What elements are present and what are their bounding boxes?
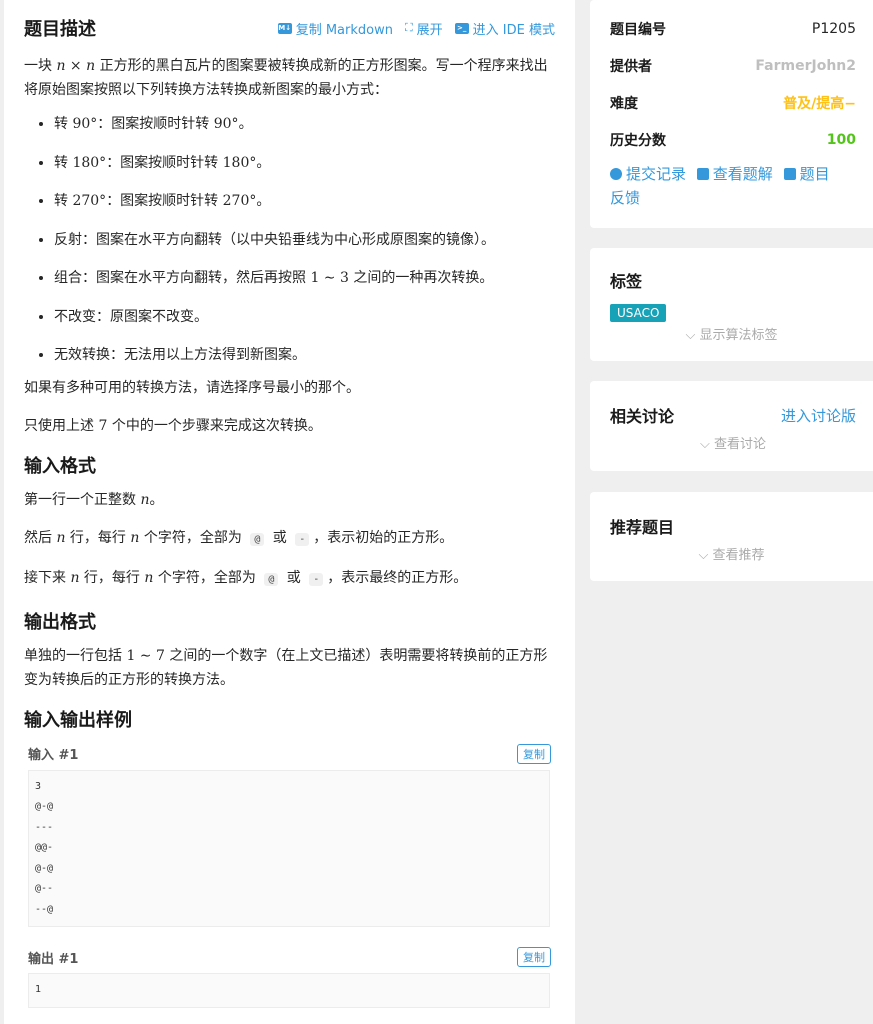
intro-paragraph: 一块 n × n 正方形的黑白瓦片的图案要被转换成新的正方形图案。写一个程序来找… bbox=[24, 58, 548, 98]
recommend-card: 推荐题目 ⌵ 查看推荐 bbox=[590, 492, 873, 581]
sample-input-box[interactable]: 3 @-@ --- @@- @-@ @-- --@ bbox=[28, 769, 550, 927]
list-item: 转 90°：图案按顺时针转 90°。 bbox=[54, 112, 555, 136]
tag-usaco[interactable]: USACO bbox=[610, 304, 667, 322]
problem-info-card: 题目编号 P1205 提供者 FarmerJohn2 难度 普及/提高− 历史分… bbox=[590, 0, 873, 228]
list-item: 转 180°：图案按顺时针转 180°。 bbox=[54, 151, 555, 175]
input-format-title: 输入格式 bbox=[24, 455, 96, 477]
sample-input-header: 输入 #1 复制 bbox=[24, 743, 555, 764]
sample-output-header: 输出 #1 复制 bbox=[24, 947, 555, 967]
difficulty-row: 难度 普及/提高− bbox=[610, 84, 856, 121]
ide-mode-button[interactable]: >_ 进入 IDE 模式 bbox=[454, 19, 555, 38]
expand-icon: ⛶ bbox=[404, 21, 413, 34]
chevron-down-icon: ⌵ bbox=[685, 328, 700, 343]
submissions-link[interactable]: 提交记录 bbox=[610, 165, 686, 183]
list-item: 不改变：原图案不改变。 bbox=[54, 305, 555, 329]
sample-input-label: 输入 #1 bbox=[28, 748, 79, 763]
problem-content-card: 题目描述 M↓ 复制 Markdown ⛶ 展开 >_ 进入 IDE 模式 一块 n … bbox=[4, 0, 575, 1024]
markdown-icon: M↓ bbox=[277, 22, 292, 34]
list-icon bbox=[783, 168, 796, 180]
copy-output-button[interactable]: 复制 bbox=[517, 947, 551, 967]
list-item: 无效转换：无法用以上方法得到新图案。 bbox=[54, 343, 555, 367]
provider-row: 提供者 FarmerJohn2 bbox=[610, 57, 856, 75]
difficulty-badge: 普及/提高− bbox=[783, 95, 856, 112]
solutions-link[interactable]: 查看题解 bbox=[696, 165, 773, 183]
list-item: 反射：图案在水平方向翻转（以中央铅垂线为中心形成原图案的镜像）。 bbox=[54, 228, 555, 252]
ide-icon: >_ bbox=[454, 22, 469, 34]
problem-links: 提交记录 查看题解 题目 反馈 bbox=[590, 162, 873, 210]
sample-title: 输入输出样例 bbox=[24, 709, 132, 731]
book-icon bbox=[696, 168, 709, 180]
score-row: 历史分数 100 bbox=[610, 131, 856, 149]
tags-card: 标签 USACO ⌵ 显示算法标签 bbox=[590, 248, 873, 361]
output-paragraph: 单独的一行包括 1 ∼ 7 之间的一个数字（在上文已描述）表明需要将转换前的正方… bbox=[24, 647, 548, 688]
problem-id-value: P1205 bbox=[811, 20, 856, 37]
chevron-down-icon: ⌵ bbox=[698, 548, 713, 563]
expand-button[interactable]: ⛶ 展开 bbox=[405, 19, 443, 38]
enter-discussion-link[interactable]: 进入讨论版 bbox=[781, 405, 856, 426]
view-discussion-toggle[interactable]: ⌵ 查看讨论 bbox=[610, 433, 856, 452]
discussion-card: 相关讨论 进入讨论版 ⌵ 查看讨论 bbox=[590, 381, 873, 471]
view-recommend-toggle[interactable]: ⌵ 查看推荐 bbox=[610, 544, 853, 563]
tags-title: 标签 bbox=[610, 272, 643, 291]
description-header: 题目描述 M↓ 复制 Markdown ⛶ 展开 >_ 进入 IDE 模式 bbox=[24, 14, 555, 42]
score-value: 100 bbox=[826, 131, 856, 148]
show-tags-toggle[interactable]: ⌵ 显示算法标签 bbox=[610, 324, 853, 343]
provider-link[interactable]: FarmerJohn2 bbox=[755, 58, 856, 74]
chevron-down-icon: ⌵ bbox=[699, 437, 714, 452]
output-format-title: 输出格式 bbox=[24, 611, 96, 633]
list-item: 转 270°：图案按顺时针转 270°。 bbox=[54, 189, 555, 213]
recommend-title: 推荐题目 bbox=[610, 518, 675, 537]
sample-output-label: 输出 #1 bbox=[28, 951, 79, 967]
list-item: 组合：图案在水平方向翻转，然后再按照 1 ∼ 3 之间的一种再次转换。 bbox=[54, 266, 555, 290]
problem-id-row: 题目编号 P1205 bbox=[610, 20, 856, 38]
input-line-1: 第一行一个正整数 n。 bbox=[24, 491, 164, 508]
copy-markdown-button[interactable]: M↓ 复制 Markdown bbox=[277, 19, 393, 38]
sample-output-box[interactable]: 1 bbox=[28, 973, 550, 1008]
multi-method-paragraph: 如果有多种可用的转换方法，请选择序号最小的那个。 bbox=[24, 379, 360, 396]
description-title: 题目描述 bbox=[24, 19, 96, 40]
input-line-2: 然后 n 行，每行 n 个字符，全部为 @ 或 - ，表示初始的正方形。 bbox=[24, 529, 454, 546]
transform-list: 转 90°：图案按顺时针转 90°。 转 180°：图案按顺时针转 180°。 … bbox=[24, 112, 555, 367]
pie-chart-icon bbox=[610, 168, 622, 180]
description-actions: M↓ 复制 Markdown ⛶ 展开 >_ 进入 IDE 模式 bbox=[277, 19, 555, 38]
single-step-paragraph: 只使用上述 7 个中的一个步骤来完成这次转换。 bbox=[24, 417, 322, 434]
copy-input-button[interactable]: 复制 bbox=[517, 743, 551, 764]
input-line-3: 接下来 n 行，每行 n 个字符，全部为 @ 或 - ，表示最终的正方形。 bbox=[24, 569, 468, 586]
discussion-title: 相关讨论 bbox=[610, 407, 675, 426]
